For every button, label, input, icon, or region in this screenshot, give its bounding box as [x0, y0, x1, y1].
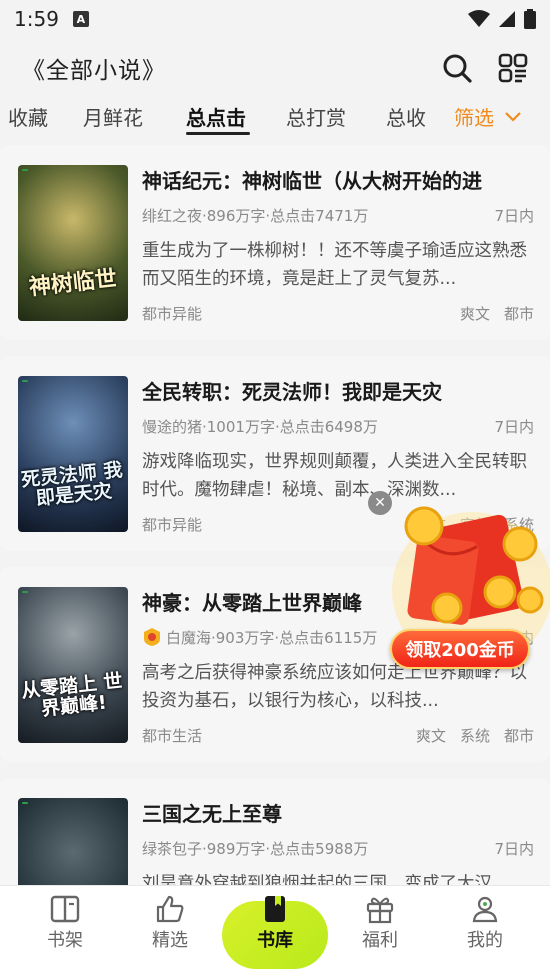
nav-profile[interactable]: 我的: [445, 894, 525, 952]
publisher-badge: [22, 380, 28, 382]
notification-icon: A: [72, 11, 89, 27]
cover-title: 神树临世: [27, 266, 119, 301]
filter-label: 筛选: [454, 106, 494, 130]
app-header: 《全部小说》: [0, 40, 550, 96]
nav-featured[interactable]: 精选: [130, 894, 210, 952]
book-tag: 系统: [459, 727, 490, 745]
search-icon[interactable]: [442, 53, 472, 83]
nav-label: 书架: [47, 930, 83, 951]
status-time: 1:59: [14, 7, 59, 31]
tab-favorites[interactable]: 收藏: [8, 102, 48, 131]
tab-total-collections[interactable]: 总收: [386, 102, 426, 131]
book-category: 都市异能: [142, 516, 203, 534]
library-icon: [265, 896, 285, 922]
book-meta: 白魔海·903万字·总点击6115万: [166, 629, 378, 647]
book-meta: 绿茶包子·989万字·总点击5988万: [142, 840, 369, 858]
signal-icon: [499, 11, 515, 27]
header-actions: [442, 53, 528, 83]
nav-label: 我的: [467, 930, 503, 951]
book-description: 重生成为了一株柳树！！还不等虞子瑜适应这熟悉而又陌生的环境，竟是赶上了灵气复苏.…: [142, 241, 527, 289]
category-tabs: 收藏 月鲜花 总点击 总打赏 总收 筛选: [0, 96, 550, 140]
battery-icon: [524, 9, 536, 29]
publisher-badge: [22, 591, 28, 593]
status-indicators: [468, 9, 536, 29]
tab-total-rewards[interactable]: 总打赏: [286, 102, 346, 131]
nav-library[interactable]: 书库: [235, 894, 315, 952]
cover-title: 从零踏上 世界巅峰!: [20, 669, 124, 721]
promo-close-button[interactable]: ✕: [368, 491, 392, 515]
tab-monthly-flowers[interactable]: 月鲜花: [83, 102, 143, 131]
book-tag: 都市: [503, 727, 534, 745]
author-badge-icon: [144, 628, 160, 646]
nav-label: 精选: [152, 930, 188, 951]
nav-label: 书库: [257, 930, 293, 951]
book-tags: 爽文 都市: [460, 303, 534, 324]
filter-button[interactable]: 筛选: [454, 102, 522, 131]
wifi-icon: [468, 10, 490, 27]
gift-icon: [366, 897, 394, 924]
nav-label: 福利: [362, 930, 398, 951]
active-tab-indicator: [186, 132, 250, 135]
status-bar: 1:59 A: [0, 0, 550, 38]
scan-icon[interactable]: [498, 53, 528, 83]
bottom-nav: 书架 精选 书库 福利 我的: [0, 885, 550, 979]
book-cover: 从零踏上 世界巅峰!: [18, 587, 128, 743]
book-title: 三国之无上至尊: [142, 802, 282, 826]
book-update-time: 7日内: [494, 840, 534, 858]
book-card[interactable]: 神树临世 神话纪元：神树临世（从大树开始的进 绯红之夜·896万字·总点击747…: [0, 145, 550, 340]
book-update-time: 7日内: [494, 418, 534, 436]
book-tag: 都市: [503, 305, 534, 323]
profile-icon: [472, 896, 498, 923]
book-category: 都市生活: [142, 727, 203, 745]
publisher-badge: [22, 169, 28, 171]
book-meta: 绯红之夜·896万字·总点击7471万: [142, 207, 369, 225]
nav-rewards[interactable]: 福利: [340, 894, 420, 952]
claim-coins-button[interactable]: 领取200金币: [390, 629, 530, 669]
tab-total-clicks[interactable]: 总点击: [186, 102, 246, 131]
book-title: 全民转职：死灵法师！我即是天灾: [142, 380, 442, 404]
page-title: 《全部小说》: [22, 58, 166, 84]
book-tag: 爽文: [459, 305, 490, 323]
cover-title: 死灵法师 我即是天灾: [20, 458, 124, 510]
book-cover: 神树临世: [18, 165, 128, 321]
book-title: 神话纪元：神树临世（从大树开始的进: [142, 169, 482, 193]
book-update-time: 7日内: [494, 207, 534, 225]
bookshelf-icon: [50, 895, 80, 923]
chevron-down-icon: [505, 111, 521, 122]
book-tag: 爽文: [415, 727, 446, 745]
nav-bookshelf[interactable]: 书架: [25, 894, 105, 952]
book-tags: 爽文 系统 都市: [416, 725, 534, 746]
publisher-badge: [22, 802, 28, 804]
thumbs-up-icon: [156, 895, 184, 923]
book-category: 都市异能: [142, 305, 203, 323]
tabs-fade: [424, 96, 454, 140]
book-cover: 死灵法师 我即是天灾: [18, 376, 128, 532]
book-meta: 慢途的猪·1001万字·总点击6498万: [142, 418, 378, 436]
